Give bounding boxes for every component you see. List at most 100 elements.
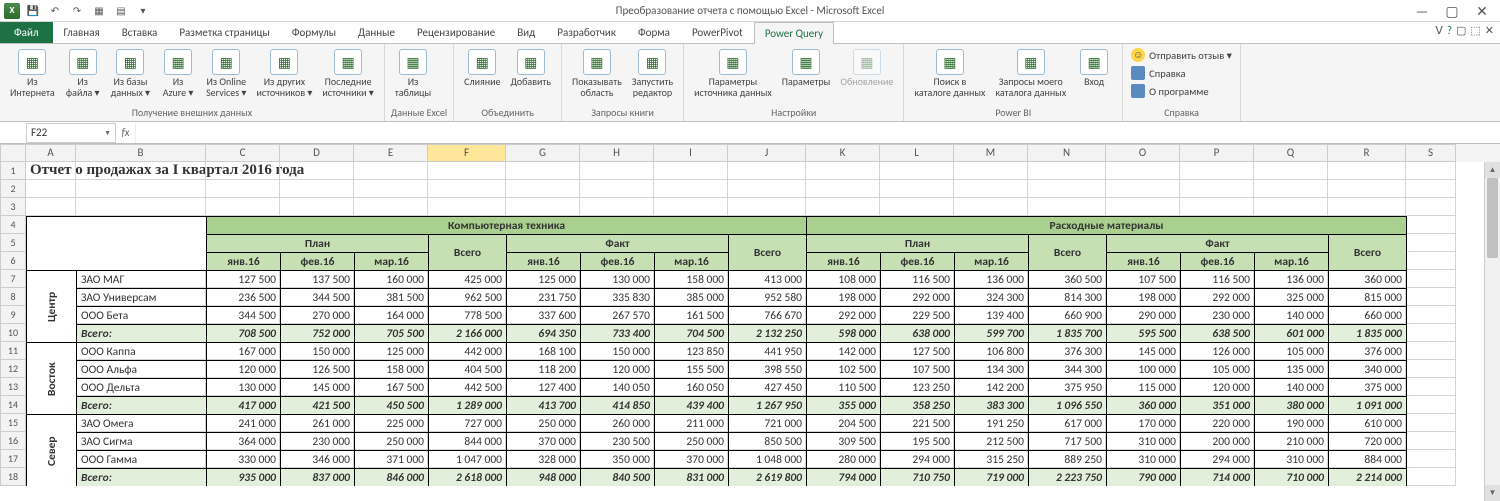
ribbon-item[interactable]: ☺Отправить отзыв ▾ <box>1129 47 1234 63</box>
save-icon[interactable]: 💾 <box>24 2 42 20</box>
cell[interactable] <box>354 180 428 198</box>
ribbon-item[interactable]: О программе <box>1129 83 1234 99</box>
cell[interactable] <box>1406 414 1456 432</box>
cell[interactable] <box>1106 162 1180 180</box>
cell[interactable] <box>1406 288 1456 306</box>
cell[interactable] <box>206 180 280 198</box>
qat-btn-2[interactable]: ▤ <box>112 2 130 20</box>
cell[interactable] <box>806 180 880 198</box>
cell[interactable] <box>1254 162 1328 180</box>
vertical-scrollbar[interactable]: ▲ ▼ <box>1484 162 1500 501</box>
cell[interactable] <box>1106 198 1180 216</box>
row-header[interactable]: 8 <box>0 288 26 306</box>
tab-рецензирование[interactable]: Рецензирование <box>406 21 506 43</box>
tab-данные[interactable]: Данные <box>347 21 406 43</box>
row-header[interactable]: 15 <box>0 414 26 432</box>
cell[interactable] <box>880 162 954 180</box>
column-header[interactable]: O <box>1106 144 1180 162</box>
cell[interactable] <box>580 180 654 198</box>
help-icon[interactable]: ? <box>1447 24 1452 37</box>
column-header[interactable]: K <box>806 144 880 162</box>
row-header[interactable]: 2 <box>0 180 26 198</box>
cell[interactable] <box>1328 180 1406 198</box>
ribbon-button[interactable]: ▦Из OnlineServices ▾ <box>202 47 250 100</box>
cell[interactable] <box>728 162 806 180</box>
ribbon-button[interactable]: ▦Показыватьобласть <box>568 47 626 100</box>
cell[interactable] <box>1406 270 1456 288</box>
column-header[interactable]: B <box>76 144 206 162</box>
row-header[interactable]: 13 <box>0 378 26 396</box>
cell[interactable] <box>1406 198 1456 216</box>
scroll-up-icon[interactable]: ▲ <box>1485 162 1500 178</box>
row-header[interactable]: 10 <box>0 324 26 342</box>
cell[interactable] <box>1180 162 1254 180</box>
ribbon-button[interactable]: ▦Запуститьредактор <box>628 47 677 100</box>
cell[interactable] <box>1406 162 1456 180</box>
column-header[interactable]: I <box>654 144 728 162</box>
column-header[interactable]: A <box>26 144 76 162</box>
name-box[interactable]: F22 ▼ <box>26 123 116 143</box>
maximize-button[interactable]: ▢ <box>1438 3 1466 20</box>
cell[interactable] <box>1106 180 1180 198</box>
tab-powerpivot[interactable]: PowerPivot <box>681 21 754 43</box>
scroll-thumb[interactable] <box>1487 178 1498 258</box>
cell[interactable] <box>580 198 654 216</box>
tab-форма[interactable]: Форма <box>627 21 681 43</box>
cell[interactable] <box>1028 198 1106 216</box>
cell[interactable] <box>654 162 728 180</box>
row-header[interactable]: 16 <box>0 432 26 450</box>
row-header[interactable]: 1 <box>0 162 26 180</box>
qat-customize-icon[interactable]: ▾ <box>134 2 152 20</box>
row-header[interactable]: 3 <box>0 198 26 216</box>
cell[interactable] <box>354 198 428 216</box>
column-header[interactable]: F <box>428 144 506 162</box>
ribbon-button[interactable]: ▦Параметрыисточника данных <box>690 47 776 100</box>
cell[interactable] <box>880 180 954 198</box>
minimize-button[interactable]: — <box>1408 3 1436 20</box>
cell[interactable] <box>1406 216 1456 234</box>
ribbon-button[interactable]: ▦Добавить <box>506 47 555 90</box>
column-header[interactable]: D <box>280 144 354 162</box>
cell[interactable] <box>806 198 880 216</box>
ribbon-button[interactable]: ▦Слияние <box>460 47 504 90</box>
column-header[interactable]: P <box>1180 144 1254 162</box>
cell[interactable] <box>1406 180 1456 198</box>
cell[interactable] <box>654 198 728 216</box>
cell[interactable] <box>1028 180 1106 198</box>
cell[interactable] <box>428 198 506 216</box>
ribbon-button[interactable]: ▦Из другихисточников ▾ <box>252 47 316 100</box>
cell[interactable] <box>26 198 76 216</box>
cell[interactable] <box>954 198 1028 216</box>
row-header[interactable]: 14 <box>0 396 26 414</box>
close-button[interactable]: ✕ <box>1468 3 1496 20</box>
tab-вставка[interactable]: Вставка <box>111 21 169 43</box>
cell[interactable] <box>654 180 728 198</box>
row-header[interactable]: 18 <box>0 468 26 486</box>
cell[interactable] <box>506 198 580 216</box>
row-header[interactable]: 11 <box>0 342 26 360</box>
scroll-down-icon[interactable]: ▼ <box>1485 485 1500 501</box>
column-header[interactable]: E <box>354 144 428 162</box>
ribbon-button[interactable]: ▦Поиск вкаталоге данных <box>910 47 989 100</box>
cell[interactable] <box>1406 342 1456 360</box>
ribbon-minimize-icon[interactable]: ᐯ <box>1435 24 1443 37</box>
column-header[interactable]: C <box>206 144 280 162</box>
ribbon-button[interactable]: ▦Вход <box>1072 47 1116 90</box>
cell[interactable] <box>1406 432 1456 450</box>
row-header[interactable]: 5 <box>0 234 26 252</box>
cell[interactable] <box>26 180 76 198</box>
cell[interactable] <box>1180 198 1254 216</box>
cell[interactable] <box>428 162 506 180</box>
ribbon-button[interactable]: ▦Последниеисточники ▾ <box>318 47 377 100</box>
tab-формулы[interactable]: Формулы <box>281 21 347 43</box>
ribbon-button[interactable]: ▦ИзAzure ▾ <box>156 47 200 100</box>
cell[interactable] <box>1406 396 1456 414</box>
column-header[interactable]: M <box>954 144 1028 162</box>
ribbon-options-icon-2[interactable]: ⬚ <box>1470 24 1480 37</box>
row-header[interactable]: 12 <box>0 360 26 378</box>
column-header[interactable]: H <box>580 144 654 162</box>
tab-power-query[interactable]: Power Query <box>754 22 834 44</box>
cell[interactable] <box>1406 252 1456 270</box>
ribbon-button[interactable]: ▦Из базыданных ▾ <box>107 47 154 100</box>
cell[interactable] <box>1406 468 1456 486</box>
